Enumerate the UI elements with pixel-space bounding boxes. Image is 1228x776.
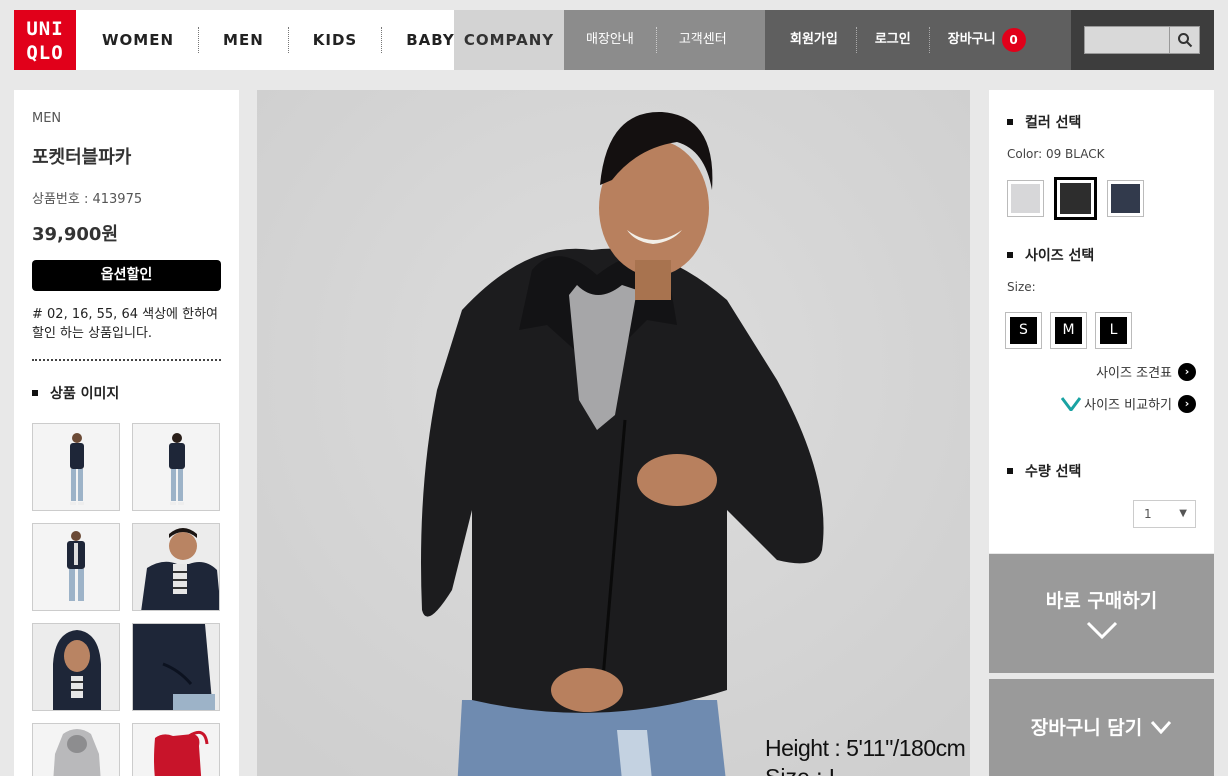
cart-count-badge: 0 xyxy=(1001,28,1026,52)
size-heading: 사이즈 선택 xyxy=(1007,245,1094,265)
options-panel: 컬러 선택 Color: 09 BLACK 사이즈 선택 Size: S M L… xyxy=(989,90,1214,553)
size-option-label: L xyxy=(1100,317,1127,344)
nav-company[interactable]: COMPANY xyxy=(454,10,564,70)
nav-signup[interactable]: 회원가입 xyxy=(765,27,857,53)
chevron-right-icon: › xyxy=(1178,394,1196,413)
size-compare-label: 사이즈 비교하기 xyxy=(1084,398,1172,413)
thumbnail-grid xyxy=(32,423,221,776)
model-height-caption: Height : 5'11"/180cm xyxy=(765,735,966,761)
model-hood-figure xyxy=(33,624,119,710)
size-label: Size: xyxy=(1007,280,1036,294)
virtusize-icon xyxy=(1061,396,1082,411)
chevron-down-icon xyxy=(1151,720,1172,734)
color-heading: 컬러 선택 xyxy=(1007,112,1081,132)
quantity-select[interactable]: 1 ▼ xyxy=(1133,500,1196,528)
size-option-label: S xyxy=(1010,317,1037,344)
nav-kids[interactable]: KIDS xyxy=(289,27,383,53)
add-to-cart-button[interactable]: 장바구니 담기 xyxy=(989,679,1214,776)
color-label: Color: 09 BLACK xyxy=(1007,147,1105,161)
thumbnail-gray-parka[interactable] xyxy=(32,723,120,776)
swatch-fill xyxy=(1060,183,1091,214)
bullet-icon xyxy=(1007,468,1013,474)
size-option-label: M xyxy=(1055,317,1082,344)
thumbnail-red-pouch[interactable] xyxy=(132,723,220,776)
size-chart-link[interactable]: 사이즈 조견표 › xyxy=(1096,362,1196,381)
thumbnail-hood-up[interactable] xyxy=(32,623,120,711)
bullet-icon xyxy=(1007,252,1013,258)
thumbnail-back-full[interactable] xyxy=(132,423,220,511)
thumbnail-front-open[interactable] xyxy=(32,523,120,611)
size-chart-label: 사이즈 조견표 xyxy=(1096,366,1172,381)
size-option-s[interactable]: S xyxy=(1005,312,1042,349)
info-nav: 매장안내 고객센터 xyxy=(564,10,765,70)
pocket-detail-figure xyxy=(133,624,219,710)
model-front-figure xyxy=(70,433,84,505)
color-heading-label: 컬러 선택 xyxy=(1025,115,1082,131)
color-swatch-light-gray[interactable] xyxy=(1007,180,1044,217)
nav-women[interactable]: WOMEN xyxy=(76,27,200,53)
caret-down-icon: ▼ xyxy=(1179,508,1187,519)
model-wearing-parka-image xyxy=(257,90,970,776)
product-price: 39,900원 xyxy=(32,224,119,245)
nav-login[interactable]: 로그인 xyxy=(857,27,930,53)
quantity-value: 1 xyxy=(1144,507,1152,521)
nav-men[interactable]: MEN xyxy=(199,27,289,53)
add-to-cart-label: 장바구니 담기 xyxy=(1030,717,1143,739)
size-heading-label: 사이즈 선택 xyxy=(1025,248,1095,264)
qty-heading: 수량 선택 xyxy=(1007,461,1081,481)
product-name: 포켓터블파카 xyxy=(32,147,132,168)
thumbnail-front-full[interactable] xyxy=(32,423,120,511)
uniqlo-logo[interactable]: UNI QLO xyxy=(14,10,76,70)
logo-line-2: QLO xyxy=(26,42,64,64)
size-compare-link[interactable]: 사이즈 비교하기 › xyxy=(1061,394,1196,413)
account-nav: 회원가입 로그인 장바구니 0 xyxy=(765,10,1071,70)
discount-note: # 02, 16, 55, 64 색상에 한하여 할인 하는 상품입니다. xyxy=(32,307,219,341)
divider xyxy=(32,359,221,361)
bullet-icon xyxy=(32,390,38,396)
search-input[interactable] xyxy=(1084,26,1170,54)
images-heading-label: 상품 이미지 xyxy=(50,386,120,402)
swatch-fill xyxy=(1011,184,1040,213)
model-back-figure xyxy=(169,433,185,505)
nav-customer-center[interactable]: 고객센터 xyxy=(657,27,749,53)
add-to-cart-wrap: 장바구니 담기 xyxy=(1031,713,1173,740)
model-open-figure xyxy=(67,531,85,601)
search-button[interactable] xyxy=(1170,26,1200,54)
size-option-m[interactable]: M xyxy=(1050,312,1087,349)
nav-store-locator[interactable]: 매장안내 xyxy=(564,27,657,53)
product-category: MEN xyxy=(32,111,62,126)
qty-heading-label: 수량 선택 xyxy=(1025,464,1082,480)
color-swatch-navy[interactable] xyxy=(1107,180,1144,217)
bullet-icon xyxy=(1007,119,1013,125)
chevron-right-icon: › xyxy=(1178,362,1196,381)
product-info-panel: MEN 포켓터블파카 상품번호 : 413975 39,900원 옵션할인 # … xyxy=(14,90,239,776)
option-discount-button[interactable]: 옵션할인 xyxy=(32,260,221,291)
main-nav: WOMEN MEN KIDS BABY xyxy=(76,10,454,70)
search-area xyxy=(1071,10,1214,70)
search-icon xyxy=(1177,33,1192,48)
top-header: UNI QLO WOMEN MEN KIDS BABY COMPANY 매장안내… xyxy=(14,10,1214,70)
product-code: 상품번호 : 413975 xyxy=(32,192,143,207)
main-product-image[interactable]: Height : 5'11"/180cm Size : L xyxy=(257,90,970,776)
red-pouch-figure xyxy=(154,730,209,776)
nav-cart[interactable]: 장바구니 0 xyxy=(930,27,1044,53)
gray-parka-figure xyxy=(53,729,101,776)
buy-now-button[interactable]: 바로 구매하기 xyxy=(989,554,1214,673)
images-heading: 상품 이미지 xyxy=(32,383,221,403)
thumbnail-closeup-side[interactable] xyxy=(132,523,220,611)
logo-line-1: UNI xyxy=(26,18,64,40)
model-closeup-figure xyxy=(133,524,219,610)
color-swatch-black[interactable] xyxy=(1054,177,1097,220)
thumbnail-pocket-detail[interactable] xyxy=(132,623,220,711)
swatch-fill xyxy=(1111,184,1140,213)
chevron-down-icon xyxy=(1086,621,1117,640)
model-size-caption: Size : L xyxy=(765,764,842,776)
size-option-l[interactable]: L xyxy=(1095,312,1132,349)
buy-now-label: 바로 구매하기 xyxy=(1045,590,1158,612)
nav-cart-label: 장바구니 xyxy=(947,32,996,47)
